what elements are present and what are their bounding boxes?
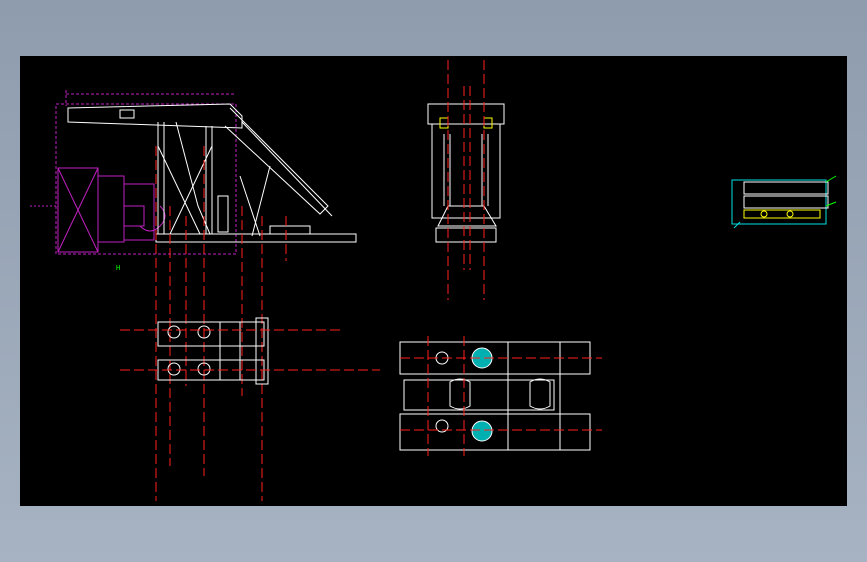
centerlines-side xyxy=(155,146,287,501)
dimension-outline xyxy=(55,90,237,255)
plan-view-right xyxy=(399,336,602,456)
canopy xyxy=(67,103,333,217)
marker-label: H xyxy=(116,264,120,272)
cad-drawing-svg: H xyxy=(30,60,837,501)
cad-drawing-canvas[interactable]: H xyxy=(20,56,847,506)
plan-view-left xyxy=(120,317,380,385)
motor-block xyxy=(30,167,166,253)
detail-thumbnail xyxy=(731,175,837,229)
legs xyxy=(157,121,271,237)
front-view xyxy=(427,60,505,300)
side-view: H xyxy=(30,90,357,501)
